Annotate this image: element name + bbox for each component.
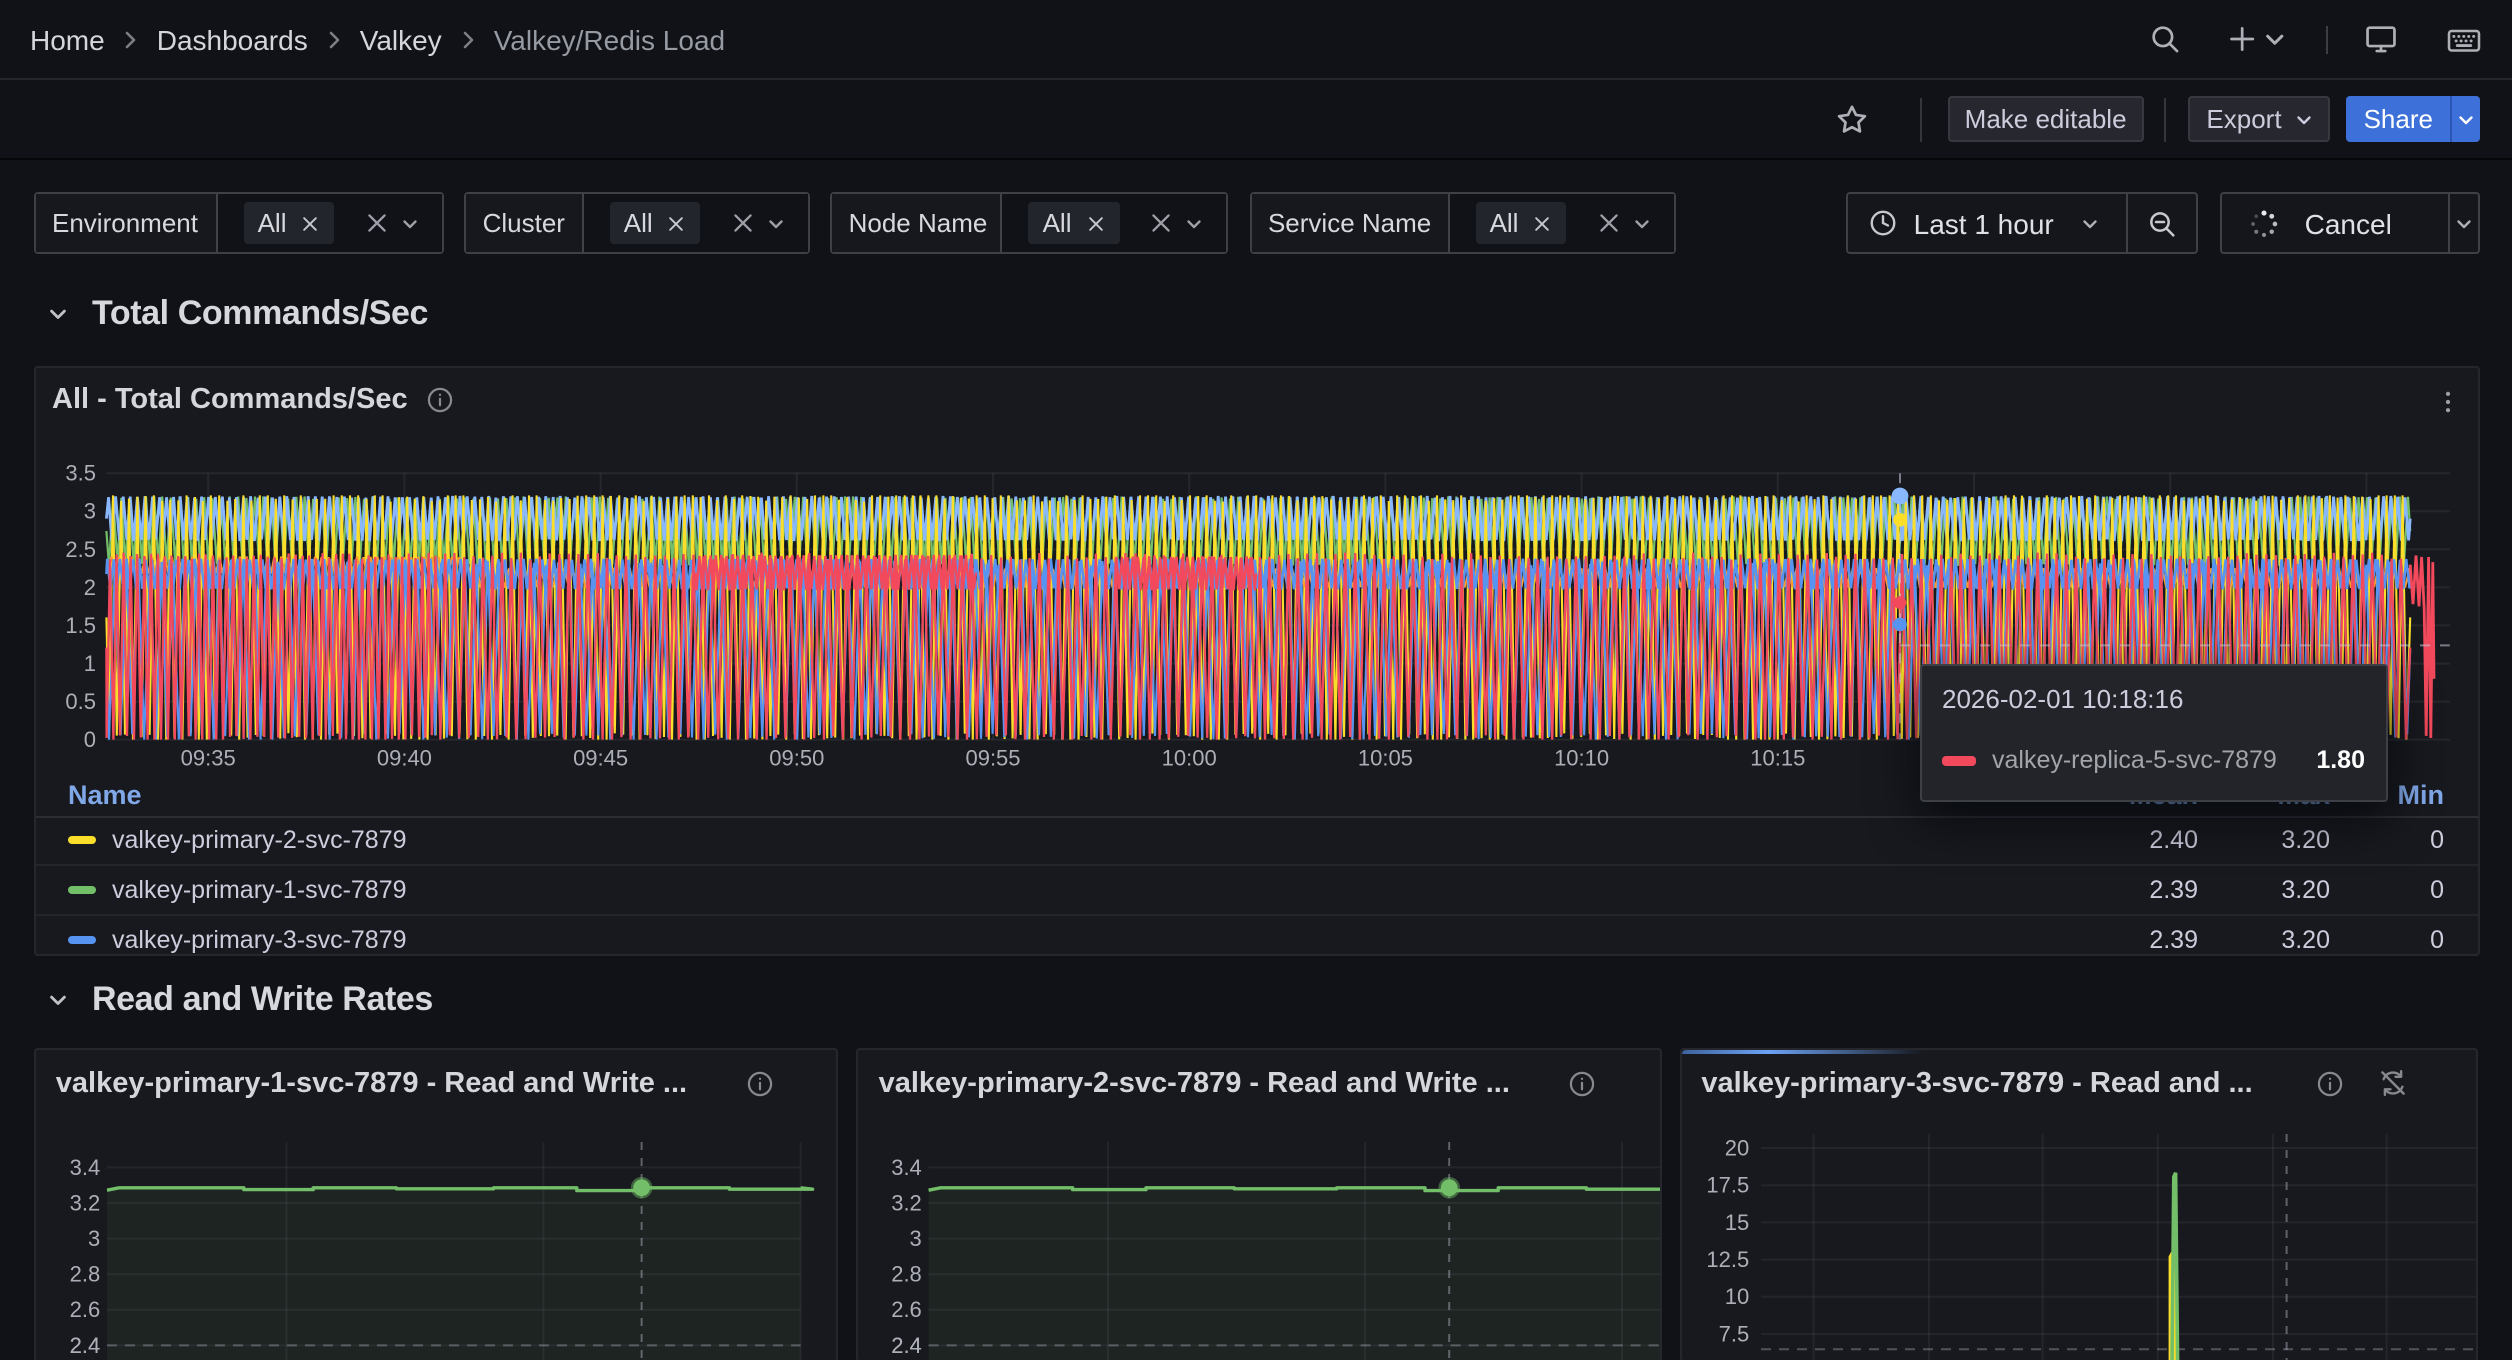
svg-text:3: 3 [83,498,95,523]
svg-text:09:40: 09:40 [376,745,431,770]
svg-text:3: 3 [910,1226,922,1251]
svg-text:12.5: 12.5 [1706,1247,1749,1272]
svg-text:2.8: 2.8 [69,1261,100,1286]
svg-text:3.2: 3.2 [892,1190,923,1215]
svg-text:2.4: 2.4 [892,1333,923,1358]
svg-text:09:45: 09:45 [572,745,627,770]
svg-text:10: 10 [1724,1284,1748,1309]
svg-text:0: 0 [83,726,95,751]
svg-text:3.4: 3.4 [892,1155,923,1180]
svg-text:09:50: 09:50 [768,745,823,770]
svg-text:3.4: 3.4 [69,1155,100,1180]
svg-text:2.4: 2.4 [69,1333,100,1358]
svg-text:2: 2 [83,574,95,599]
svg-text:2.6: 2.6 [69,1297,100,1322]
svg-text:2.8: 2.8 [892,1261,923,1286]
svg-text:09:55: 09:55 [964,745,1019,770]
svg-text:15: 15 [1724,1210,1748,1235]
svg-text:10:15: 10:15 [1749,745,1804,770]
svg-text:2.5: 2.5 [64,536,95,561]
svg-text:10:00: 10:00 [1161,745,1216,770]
svg-text:10:05: 10:05 [1357,745,1412,770]
svg-text:1.5: 1.5 [64,612,95,637]
svg-text:0.5: 0.5 [64,688,95,713]
svg-text:7.5: 7.5 [1718,1321,1749,1346]
svg-text:20: 20 [1724,1135,1748,1160]
svg-text:17.5: 17.5 [1706,1172,1749,1197]
svg-text:1: 1 [83,650,95,675]
svg-text:3: 3 [88,1226,100,1251]
svg-text:2.6: 2.6 [892,1297,923,1322]
svg-text:10:10: 10:10 [1553,745,1608,770]
svg-text:09:35: 09:35 [180,745,235,770]
svg-text:3.2: 3.2 [69,1190,100,1215]
svg-text:3.5: 3.5 [64,460,95,485]
